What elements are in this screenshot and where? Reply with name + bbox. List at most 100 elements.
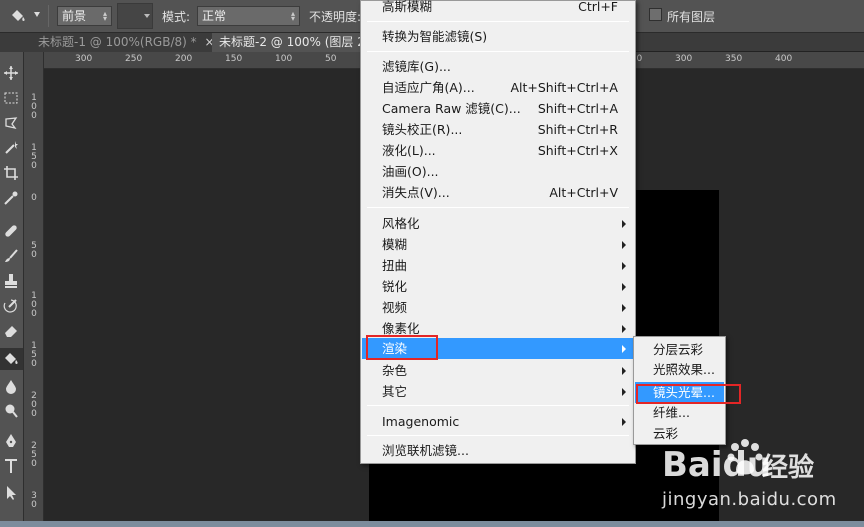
ruler-label: 250	[31, 441, 37, 469]
menu-item-label: 高斯模糊	[382, 0, 433, 14]
menu-item-stylize[interactable]: 风格化	[362, 213, 634, 234]
paint-bucket-tool-preset-icon[interactable]	[8, 6, 28, 26]
opacity-label: 不透明度:	[309, 10, 362, 24]
magic-wand-icon	[5, 141, 18, 154]
ruler-label: 150	[225, 54, 243, 64]
brush-tool[interactable]	[0, 245, 23, 267]
pattern-picker[interactable]	[117, 3, 153, 29]
menu-item-label: 风格化	[382, 216, 420, 231]
menu-separator	[367, 435, 629, 436]
submenu-arrow-icon	[622, 262, 626, 270]
tools-panel	[0, 52, 24, 527]
bandage-icon	[5, 225, 17, 237]
tool-preset-dropdown-arrow[interactable]	[34, 12, 40, 17]
lasso-icon	[5, 117, 18, 130]
menu-item-noise[interactable]: 杂色	[362, 360, 634, 381]
menu-item-convert-smart-filter[interactable]: 转换为智能滤镜(S)	[362, 26, 634, 47]
menu-item-label: 消失点(V)...	[382, 185, 450, 200]
menu-item-other[interactable]: 其它	[362, 381, 634, 402]
ruler-label: 200	[175, 54, 193, 64]
menu-item-shortcut: Shift+Ctrl+X	[537, 143, 618, 158]
eraser-tool[interactable]	[0, 320, 23, 342]
submenu-arrow-icon	[622, 241, 626, 249]
submenu-item-label: 分层云彩	[653, 342, 704, 357]
pen-icon	[6, 434, 16, 447]
submenu-item-difference-clouds[interactable]: 分层云彩	[635, 339, 724, 360]
menu-item-blur[interactable]: 模糊	[362, 234, 634, 255]
menu-item-label: Camera Raw 滤镜(C)...	[382, 101, 521, 116]
eyedropper-icon	[4, 191, 18, 205]
menu-item-label: 其它	[382, 384, 408, 399]
menu-item-video[interactable]: 视频	[362, 297, 634, 318]
submenu-arrow-icon	[622, 220, 626, 228]
crop-tool[interactable]	[0, 162, 23, 184]
menu-item-imagenomic[interactable]: Imagenomic	[362, 411, 634, 432]
brush-icon	[5, 249, 18, 262]
healing-brush-tool[interactable]	[0, 220, 23, 242]
quick-selection-tool[interactable]	[0, 137, 23, 159]
menu-item-label: 浏览联机滤镜...	[382, 443, 469, 458]
menu-separator	[367, 51, 629, 52]
submenu-arrow-icon	[622, 367, 626, 375]
crop-icon	[4, 166, 18, 180]
menu-item-filter-gallery[interactable]: 滤镜库(G)...	[362, 56, 634, 77]
drop-icon	[6, 380, 16, 394]
type-icon	[5, 459, 17, 473]
fill-source-select[interactable]: 前景 ▴ ▾	[57, 6, 112, 26]
pen-tool[interactable]	[0, 430, 23, 452]
type-tool[interactable]	[0, 455, 23, 477]
submenu-item-lighting-effects[interactable]: 光照效果...	[635, 359, 724, 380]
menu-item-browse-online-filters[interactable]: 浏览联机滤镜...	[362, 440, 634, 461]
menu-item-label: 视频	[382, 300, 408, 315]
history-brush-tool[interactable]	[0, 295, 23, 317]
rectangular-marquee-icon	[4, 92, 18, 104]
lasso-tool[interactable]	[0, 112, 23, 134]
ruler-label: 300	[675, 54, 693, 64]
blend-mode-select[interactable]: 正常 ▴ ▾	[197, 6, 300, 26]
marquee-tool[interactable]	[0, 87, 23, 109]
menu-item-distort[interactable]: 扭曲	[362, 255, 634, 276]
move-icon	[4, 66, 18, 80]
menu-item-label: 扭曲	[382, 258, 408, 273]
ruler-label: 50	[325, 54, 337, 64]
ruler-label: 300	[75, 54, 93, 64]
paint-bucket-icon	[5, 353, 18, 364]
paint-bucket-tool[interactable]	[0, 348, 23, 370]
menu-item-label: 模糊	[382, 237, 408, 252]
watermark-url: jingyan.baidu.com	[662, 489, 837, 510]
dodge-tool[interactable]	[0, 400, 23, 422]
move-tool[interactable]	[0, 62, 23, 84]
tab-document-1[interactable]: 未标题-1 @ 100%(RGB/8) * ×	[0, 33, 215, 52]
menu-item-oil-paint[interactable]: 油画(O)...	[362, 161, 634, 182]
submenu-item-label: 纤维...	[653, 405, 690, 420]
path-selection-tool[interactable]	[0, 482, 23, 504]
all-layers-checkbox[interactable]	[649, 8, 662, 21]
menu-item-label: 镜头校正(R)...	[382, 122, 463, 137]
menu-item-shortcut: Alt+Ctrl+V	[549, 185, 618, 200]
submenu-item-fibers[interactable]: 纤维...	[635, 402, 724, 423]
menu-item-lens-correction[interactable]: 镜头校正(R)... Shift+Ctrl+R	[362, 119, 634, 140]
menu-item-gaussian-blur[interactable]: 高斯模糊 Ctrl+F	[362, 0, 634, 17]
stamp-icon	[5, 274, 17, 288]
menu-item-sharpen[interactable]: 锐化	[362, 276, 634, 297]
menu-item-vanishing-point[interactable]: 消失点(V)... Alt+Ctrl+V	[362, 182, 634, 203]
menu-item-label: 锐化	[382, 279, 408, 294]
blur-tool[interactable]	[0, 375, 23, 397]
tab-document-2[interactable]: 未标题-2 @ 100% (图层 2	[212, 33, 368, 52]
menu-item-liquify[interactable]: 液化(L)... Shift+Ctrl+X	[362, 140, 634, 161]
dodge-icon	[5, 404, 18, 418]
menu-item-adaptive-wide-angle[interactable]: 自适应广角(A)... Alt+Shift+Ctrl+A	[362, 77, 634, 98]
filter-menu: 高斯模糊 Ctrl+F 转换为智能滤镜(S) 滤镜库(G)... 自适应广角(A…	[360, 0, 636, 464]
submenu-arrow-icon	[622, 283, 626, 291]
ruler-label: 150	[31, 341, 37, 369]
eyedropper-tool[interactable]	[0, 187, 23, 209]
menu-item-camera-raw[interactable]: Camera Raw 滤镜(C)... Shift+Ctrl+A	[362, 98, 634, 119]
menu-item-label: Imagenomic	[382, 414, 460, 429]
watermark-suffix: 经验	[762, 452, 814, 483]
clone-stamp-tool[interactable]	[0, 270, 23, 292]
menu-separator	[367, 207, 629, 208]
tab-label: 未标题-2 @ 100% (图层 2	[219, 35, 365, 49]
ruler-label: 350	[725, 54, 743, 64]
submenu-arrow-icon	[622, 325, 626, 333]
menu-item-label: 液化(L)...	[382, 143, 436, 158]
